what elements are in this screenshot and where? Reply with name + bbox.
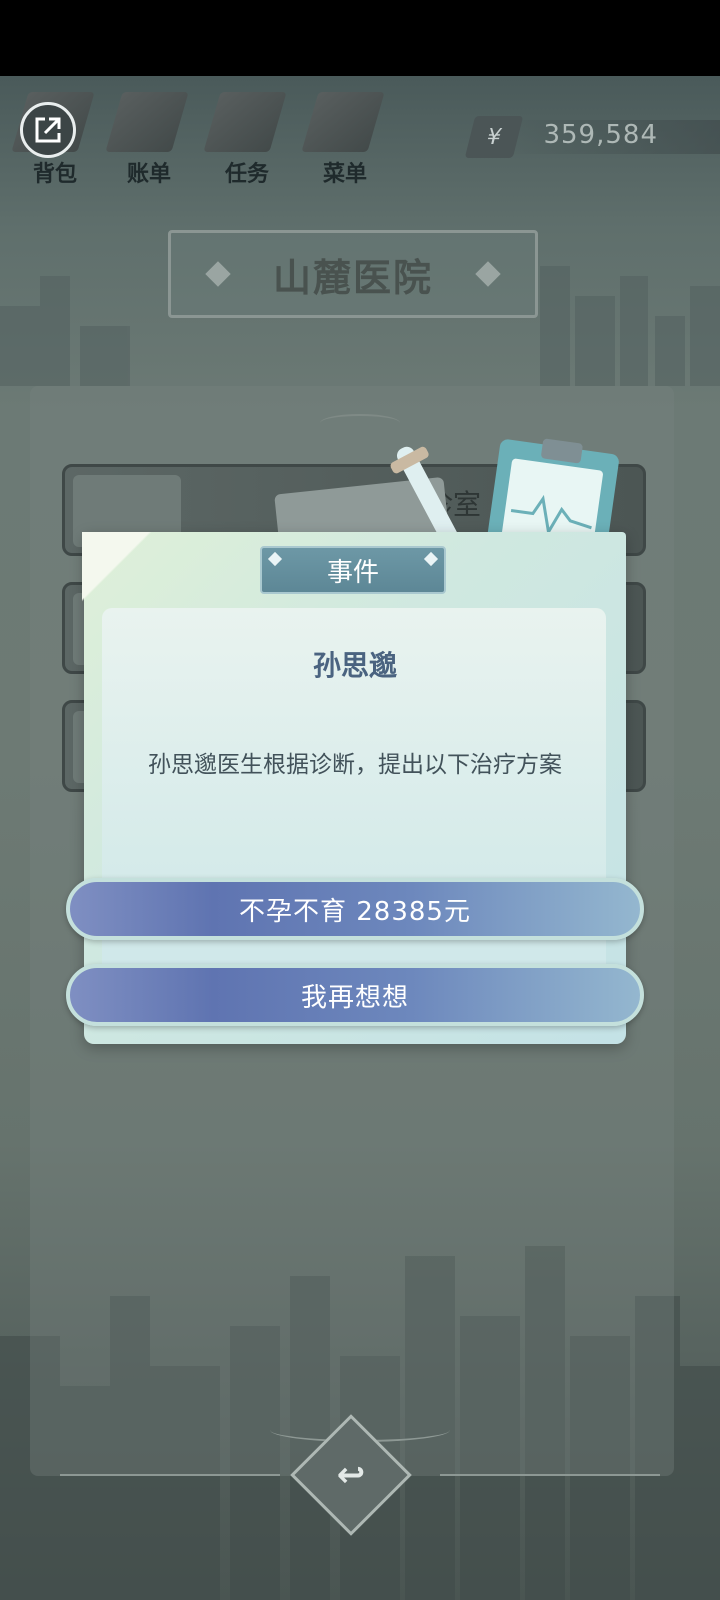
doctor-name: 孙思邈	[312, 649, 397, 682]
hospital-name: 山麓医院	[272, 255, 433, 300]
task-icon	[203, 92, 287, 152]
back-arrow-icon: ↩	[336, 1455, 366, 1495]
dialog-title: 事件	[326, 557, 379, 588]
bill-icon	[105, 92, 189, 152]
dialog-title-tab: 事件	[260, 546, 446, 594]
treatment-option-button[interactable]: 不孕不育 28385元	[66, 878, 644, 940]
divider-line	[440, 1474, 660, 1476]
option-label: 不孕不育 28385元	[239, 896, 471, 927]
diamond-ornament	[205, 261, 231, 287]
toolbar-label: 菜单	[322, 162, 367, 187]
money-value: 359,584	[543, 120, 658, 150]
toolbar-label: 任务	[224, 162, 269, 187]
diamond-ornament	[267, 551, 283, 567]
toolbar-item-menu[interactable]: 菜单	[300, 86, 390, 187]
panel-ornament	[320, 414, 400, 432]
money-display: ¥ 359,584	[462, 116, 720, 158]
divider-line	[60, 1474, 280, 1476]
external-link-icon	[35, 117, 61, 143]
option-label: 我再想想	[300, 982, 409, 1013]
menu-icon	[301, 92, 385, 152]
diamond-ornament	[423, 551, 439, 567]
reconsider-button[interactable]: 我再想想	[66, 964, 644, 1026]
toolbar-item-task[interactable]: 任务	[202, 86, 292, 187]
event-message: 孙思邈医生根据诊断，提出以下治疗方案	[148, 752, 562, 778]
toolbar-item-bill[interactable]: 账单	[104, 86, 194, 187]
diamond-ornament	[475, 261, 501, 287]
exit-button[interactable]	[20, 102, 76, 158]
toolbar-label: 背包	[32, 162, 77, 187]
status-bar	[0, 0, 720, 76]
page-fold	[82, 532, 152, 602]
hospital-banner: 山麓医院	[168, 230, 538, 318]
top-toolbar: 背包 账单 任务 菜单 ¥ 359,584	[0, 76, 720, 196]
toolbar-label: 账单	[126, 162, 171, 187]
